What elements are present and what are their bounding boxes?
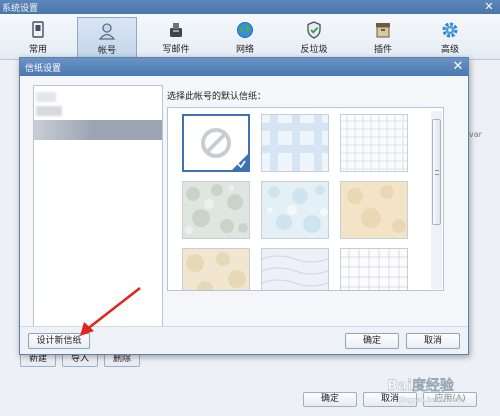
tab-antispam-label: 反垃圾 xyxy=(300,45,328,55)
tab-general-label: 常用 xyxy=(28,45,47,55)
dialog-title: 信纸设置 xyxy=(25,64,62,74)
gallery-scrollbar[interactable] xyxy=(431,111,442,289)
marble-pattern xyxy=(183,182,249,238)
stationery-gray-grid[interactable] xyxy=(340,248,408,290)
parchment-pattern xyxy=(341,182,407,238)
plugin-box-icon xyxy=(376,23,390,38)
account-item-blurred[interactable] xyxy=(36,92,56,102)
tab-antispam[interactable]: 反垃圾 xyxy=(284,17,344,59)
outer-close-button[interactable]: ✕ xyxy=(482,0,496,13)
settings-cancel-button[interactable]: 取消 xyxy=(363,392,417,407)
stationery-light-blue-plaid[interactable] xyxy=(261,114,329,172)
settings-ok-button[interactable]: 确定 xyxy=(303,392,357,407)
grid-pattern xyxy=(341,115,407,171)
design-new-stationery-button[interactable]: 设计新信纸 xyxy=(28,333,90,349)
tab-compose-label: 写邮件 xyxy=(162,45,190,55)
settings-toolbar: 常用 帐号 写邮件 网络 反垃圾 插件 高级 xyxy=(0,14,500,60)
tab-network[interactable]: 网络 xyxy=(215,17,275,59)
no-stationery-icon xyxy=(201,128,248,170)
settings-apply-button[interactable]: 应用(A) xyxy=(423,392,477,407)
stationery-light-blue-marble[interactable] xyxy=(261,181,329,239)
stationery-green-marble[interactable] xyxy=(182,181,250,239)
user-icon xyxy=(98,23,116,40)
tab-advanced-label: 高级 xyxy=(440,45,459,55)
texture-pattern xyxy=(261,249,329,290)
outer-titlebar: 系统设置 ✕ xyxy=(0,0,500,14)
stationery-cream-parchment[interactable] xyxy=(182,248,250,290)
compose-icon xyxy=(170,23,182,37)
stationery-settings-dialog: 信纸设置 ✕ 选择此帐号的默认信纸： 设计新信纸 确定 取消 xyxy=(19,57,469,355)
dialog-titlebar: 信纸设置 ✕ xyxy=(20,58,468,76)
tab-plugins-label: 插件 xyxy=(373,45,392,55)
tab-account-label: 帐号 xyxy=(97,46,116,56)
grid-pattern xyxy=(341,249,407,290)
tab-network-label: 网络 xyxy=(235,45,254,55)
marble-pattern xyxy=(262,182,328,238)
account-list[interactable] xyxy=(33,85,163,327)
tab-account[interactable]: 帐号 xyxy=(77,17,137,59)
tab-advanced[interactable]: 高级 xyxy=(420,17,480,59)
tab-general[interactable]: 常用 xyxy=(8,17,68,59)
account-item-blurred[interactable] xyxy=(36,106,62,116)
plaid-pattern xyxy=(262,115,328,171)
stationery-gallery xyxy=(167,107,444,291)
obscured-text: var xyxy=(469,130,482,139)
dialog-footer: 设计新信纸 确定 取消 xyxy=(20,326,468,354)
tab-compose[interactable]: 写邮件 xyxy=(146,17,206,59)
tab-plugins[interactable]: 插件 xyxy=(353,17,413,59)
scrollbar-thumb[interactable] xyxy=(432,119,441,225)
grip-icon xyxy=(435,170,439,175)
globe-icon xyxy=(237,22,253,38)
shield-icon xyxy=(307,21,321,39)
settings-sheet-icon xyxy=(32,21,44,38)
stationery-none[interactable] xyxy=(182,114,250,172)
dialog-ok-button[interactable]: 确定 xyxy=(345,333,399,349)
stationery-blue-grid[interactable] xyxy=(340,114,408,172)
outer-window-title: 系统设置 xyxy=(2,4,39,14)
stationery-prompt: 选择此帐号的默认信纸： xyxy=(167,92,267,102)
stationery-lavender-texture[interactable] xyxy=(261,248,329,290)
selection-highlight xyxy=(34,120,94,140)
parchment-pattern xyxy=(183,249,249,290)
gear-icon xyxy=(442,22,458,38)
dialog-cancel-button[interactable]: 取消 xyxy=(406,333,460,349)
stationery-beige-parchment[interactable] xyxy=(340,181,408,239)
dialog-close-button[interactable]: ✕ xyxy=(450,59,466,75)
